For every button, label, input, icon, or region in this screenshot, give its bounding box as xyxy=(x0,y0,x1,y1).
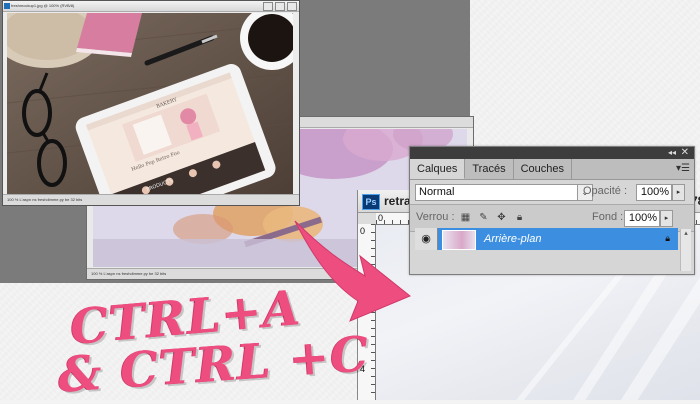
minimize-button[interactable] xyxy=(263,2,273,11)
tab-traces[interactable]: Tracés xyxy=(465,159,514,179)
blend-opacity-row: Normal ⌄ Opacité : 100% ▸ xyxy=(410,180,694,204)
window-titlebar[interactable]: freshmockup1.jpg @ 100% (RVB/8) xyxy=(3,1,299,12)
window-controls[interactable] xyxy=(263,2,297,11)
layer-name[interactable]: Arrière-plan xyxy=(484,228,541,250)
fill-slider-arrow-icon[interactable]: ▸ xyxy=(660,210,673,227)
window-status-bar: 100 % L'aspn ns freshdimme.py be 32 bits xyxy=(3,194,299,205)
lock-move-icon[interactable]: ✥ xyxy=(496,212,507,223)
lock-paint-icon[interactable]: ✎ xyxy=(478,212,489,223)
lock-transparency-icon[interactable]: ▦ xyxy=(460,212,471,223)
blend-mode-select[interactable]: Normal xyxy=(415,184,580,201)
layer-row-arriere-plan[interactable]: ◉ Arrière-plan 🔒︎ xyxy=(415,228,678,250)
tab-couches[interactable]: Couches xyxy=(514,159,572,179)
layers-panel[interactable]: ◂◂ ✕ Calques Tracés Couches ▾☰ Normal ⌄ … xyxy=(409,146,695,275)
photoshop-icon xyxy=(4,3,10,9)
fill-input[interactable]: 100% xyxy=(624,210,660,227)
panel-menu-icon[interactable]: ▾☰ xyxy=(676,163,690,174)
tablet-mockup-photo: BAKERY Hello Pop Retro Foo PRODUCTS xyxy=(7,13,293,194)
close-icon[interactable]: ✕ xyxy=(681,147,689,159)
close-button[interactable] xyxy=(287,2,297,11)
opacity-input[interactable]: 100% xyxy=(636,184,672,201)
photoshop-logo-icon: Ps xyxy=(362,194,380,210)
window-title: freshmockup1.jpg @ 100% (RVB/8) xyxy=(11,3,75,8)
opacity-slider-arrow-icon[interactable]: ▸ xyxy=(672,184,685,201)
layer-thumbnail xyxy=(442,230,476,250)
lock-all-icon[interactable]: 🔒︎ xyxy=(514,212,525,223)
maximize-button[interactable] xyxy=(275,2,285,11)
opacity-label: Opacité : xyxy=(583,185,628,197)
panel-tabs: Calques Tracés Couches ▾☰ xyxy=(410,159,694,180)
collapse-icon[interactable]: ◂◂ xyxy=(668,148,676,158)
layer-lock-icon: 🔒︎ xyxy=(665,233,670,243)
fill-label: Fond : xyxy=(592,211,624,223)
document-canvas-front[interactable]: BAKERY Hello Pop Retro Foo PRODUCTS xyxy=(7,13,293,194)
lock-label: Verrou : xyxy=(416,211,455,223)
tab-calques[interactable]: Calques xyxy=(410,159,466,179)
panel-header-strip[interactable]: ◂◂ ✕ xyxy=(410,147,694,159)
curved-arrow-icon xyxy=(294,220,411,322)
layers-scrollbar[interactable]: ▴ xyxy=(680,229,691,271)
document-window-front[interactable]: freshmockup1.jpg @ 100% (RVB/8) BAKERY H… xyxy=(2,0,300,206)
